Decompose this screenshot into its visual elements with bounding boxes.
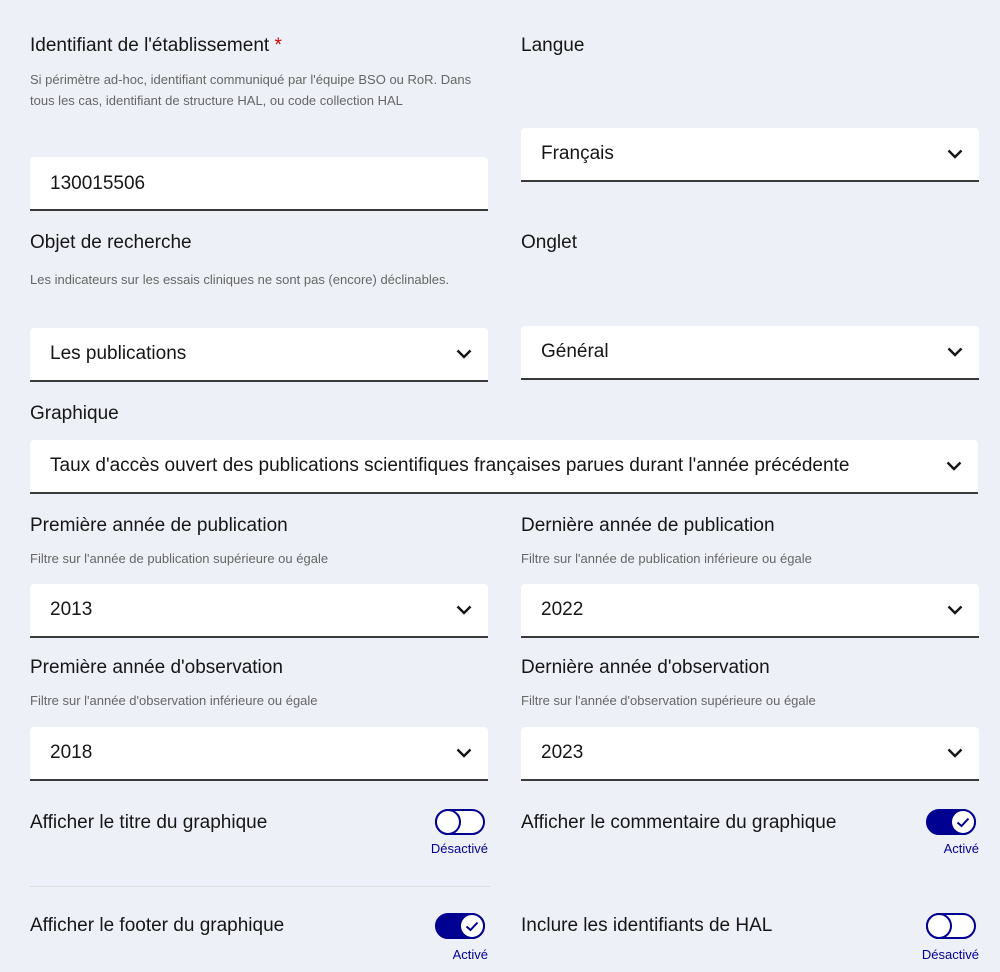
toggle-hal-state: Désactivé	[921, 947, 979, 962]
chart-label: Graphique	[30, 403, 119, 424]
establishment-id-input[interactable]: 130015506	[30, 157, 488, 211]
divider	[30, 886, 490, 887]
checkmark-icon	[956, 817, 970, 827]
toggle-footer-state: Activé	[452, 947, 488, 962]
establishment-id-hint: Si périmètre ad-hoc, identifiant communi…	[30, 72, 472, 108]
chevron-down-icon	[947, 605, 963, 615]
config-form: Identifiant de l'établissement * Si péri…	[0, 0, 1000, 972]
last-pub-year-group: Dernière année de publication Filtre sur…	[521, 514, 981, 569]
last-pub-year-hint: Filtre sur l'année de publication inféri…	[521, 551, 812, 566]
chevron-down-icon	[456, 349, 472, 359]
first-pub-year-hint: Filtre sur l'année de publication supéri…	[30, 551, 329, 566]
toggle-knob	[950, 809, 976, 835]
toggle-title-state: Désactivé	[430, 841, 488, 856]
language-select[interactable]: Français	[521, 128, 979, 182]
toggle-comment-switch[interactable]	[926, 809, 976, 835]
chart-value: Taux d'accès ouvert des publications sci…	[50, 455, 850, 476]
chevron-down-icon	[946, 461, 962, 471]
first-obs-year-value: 2018	[50, 742, 93, 763]
research-object-select[interactable]: Les publications	[30, 328, 488, 382]
toggle-knob	[459, 913, 485, 939]
last-obs-year-hint: Filtre sur l'année d'observation supérie…	[521, 693, 816, 708]
toggle-footer-label: Afficher le footer du graphique	[30, 915, 285, 936]
establishment-id-group: Identifiant de l'établissement * Si péri…	[30, 34, 490, 111]
toggle-knob	[926, 913, 952, 939]
language-value: Français	[541, 143, 614, 164]
chart-group: Graphique	[30, 402, 978, 426]
chevron-down-icon	[947, 748, 963, 758]
research-object-label: Objet de recherche	[30, 232, 192, 253]
toggle-title-switch[interactable]	[435, 809, 485, 835]
research-object-hint: Les indicateurs sur les essais cliniques…	[30, 272, 450, 287]
first-pub-year-value: 2013	[50, 599, 93, 620]
last-obs-year-group: Dernière année d'observation Filtre sur …	[521, 656, 981, 711]
first-pub-year-group: Première année de publication Filtre sur…	[30, 514, 490, 569]
first-pub-year-select[interactable]: 2013	[30, 584, 488, 638]
chevron-down-icon	[456, 605, 472, 615]
tab-value: Général	[541, 341, 609, 362]
toggle-title-label: Afficher le titre du graphique	[30, 812, 268, 833]
tab-label: Onglet	[521, 232, 577, 253]
checkmark-icon	[465, 921, 479, 931]
last-obs-year-select[interactable]: 2023	[521, 727, 979, 781]
chart-select[interactable]: Taux d'accès ouvert des publications sci…	[30, 440, 978, 494]
last-pub-year-label: Dernière année de publication	[521, 515, 775, 536]
language-group: Langue	[521, 34, 981, 58]
establishment-id-value: 130015506	[50, 173, 146, 194]
required-mark: *	[274, 35, 282, 56]
toggle-hal-label: Inclure les identifiants de HAL	[521, 915, 773, 936]
first-obs-year-hint: Filtre sur l'année d'observation inférie…	[30, 693, 318, 708]
toggle-comment-state: Activé	[943, 841, 979, 856]
first-pub-year-label: Première année de publication	[30, 515, 288, 536]
tab-group: Onglet	[521, 231, 981, 255]
research-object-value: Les publications	[50, 343, 187, 364]
first-obs-year-label: Première année d'observation	[30, 657, 283, 678]
toggle-knob	[435, 809, 461, 835]
first-obs-year-select[interactable]: 2018	[30, 727, 488, 781]
last-obs-year-value: 2023	[541, 742, 584, 763]
chevron-down-icon	[456, 748, 472, 758]
language-label: Langue	[521, 35, 585, 56]
chevron-down-icon	[947, 149, 963, 159]
first-obs-year-group: Première année d'observation Filtre sur …	[30, 656, 490, 711]
last-pub-year-value: 2022	[541, 599, 584, 620]
research-object-group: Objet de recherche Les indicateurs sur l…	[30, 231, 490, 290]
toggle-footer-switch[interactable]	[435, 913, 485, 939]
establishment-id-label: Identifiant de l'établissement *	[30, 35, 282, 56]
tab-select[interactable]: Général	[521, 326, 979, 380]
last-obs-year-label: Dernière année d'observation	[521, 657, 770, 678]
toggle-comment-label: Afficher le commentaire du graphique	[521, 812, 837, 833]
chevron-down-icon	[947, 347, 963, 357]
toggle-hal-switch[interactable]	[926, 913, 976, 939]
last-pub-year-select[interactable]: 2022	[521, 584, 979, 638]
